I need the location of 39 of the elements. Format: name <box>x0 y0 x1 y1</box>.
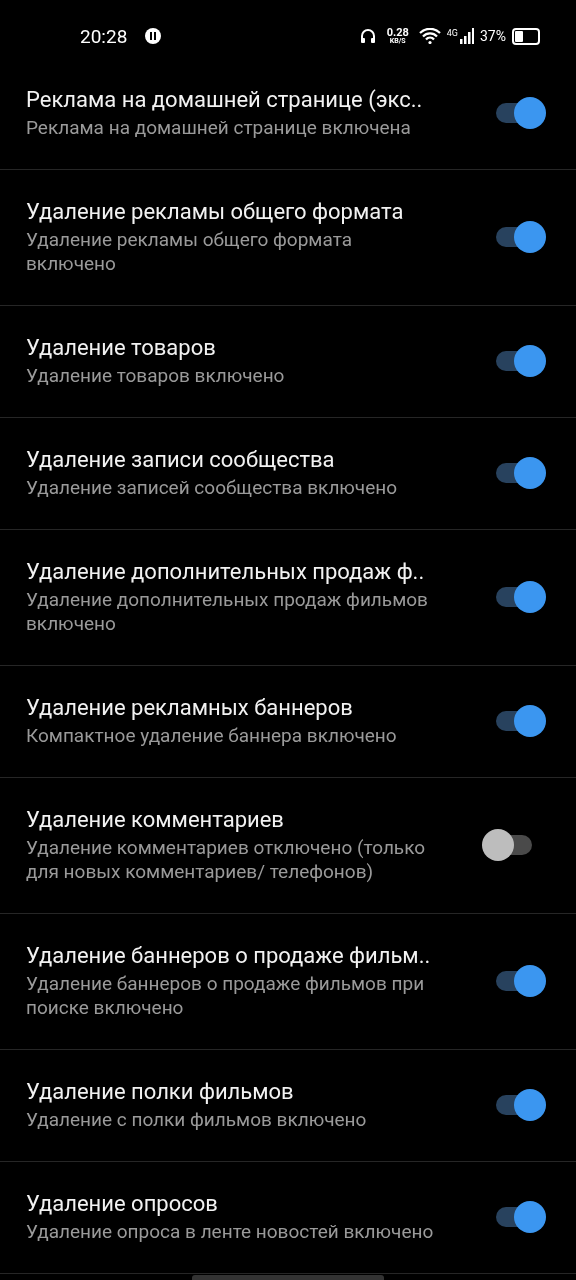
setting-description: Удаление с полки фильмов включено <box>26 1108 368 1132</box>
setting-description: Удаление товаров включено <box>26 364 286 388</box>
wifi-icon <box>418 28 441 44</box>
battery-icon <box>512 27 540 45</box>
toggle-switch[interactable] <box>494 345 546 377</box>
toggle-switch[interactable] <box>494 705 546 737</box>
setting-title: Удаление баннеров о продаже фильм.. <box>26 942 432 970</box>
setting-title: Удаление дополнительных продаж ф.. <box>26 558 426 586</box>
setting-title: Удаление полки фильмов <box>26 1078 295 1106</box>
signal-icon <box>460 28 474 44</box>
toggle-switch[interactable] <box>482 829 534 861</box>
clock: 20:28 <box>80 24 128 48</box>
network-type: 4G <box>446 28 458 38</box>
setting-title: Удаление опросов <box>26 1190 219 1218</box>
setting-title: Реклама на домашней странице (экс.. <box>26 86 424 114</box>
setting-title: Удаление комментариев <box>26 806 285 834</box>
toggle-switch[interactable] <box>494 1089 546 1121</box>
toggle-switch[interactable] <box>494 581 546 613</box>
headphones-icon <box>358 27 377 45</box>
toggle-switch[interactable] <box>494 97 546 129</box>
pause-icon <box>145 28 162 44</box>
setting-description: Реклама на домашней странице включена <box>26 116 412 140</box>
setting-title: Удаление рекламы общего формата <box>26 198 405 226</box>
toggle-switch[interactable] <box>494 965 546 997</box>
setting-title: Удаление товаров <box>26 334 217 362</box>
setting-description: Удаление записей сообщества включено <box>26 476 399 500</box>
toggle-switch[interactable] <box>494 221 546 253</box>
setting-description: Удаление дополнительных продаж фильмов включено <box>26 588 429 636</box>
setting-description: Удаление опроса в ленте новостей включено <box>26 1220 435 1244</box>
toggle-switch[interactable] <box>494 457 546 489</box>
toggle-switch[interactable] <box>494 1201 546 1233</box>
battery-percent: 37% <box>480 28 506 44</box>
network-speed: 0.28 <box>386 27 409 38</box>
setting-description: Удаление рекламы общего формата включено <box>26 228 353 276</box>
setting-title: Удаление записи сообщества <box>26 446 336 474</box>
setting-title: Удаление рекламных баннеров <box>26 694 354 722</box>
setting-description: Удаление комментариев отключено (только для новых комментариев/ телефонов) <box>26 836 427 884</box>
setting-description: Компактное удаление баннера включено <box>26 724 398 748</box>
setting-description: Удаление баннеров о продаже фильмов при поиске включено <box>26 972 426 1020</box>
